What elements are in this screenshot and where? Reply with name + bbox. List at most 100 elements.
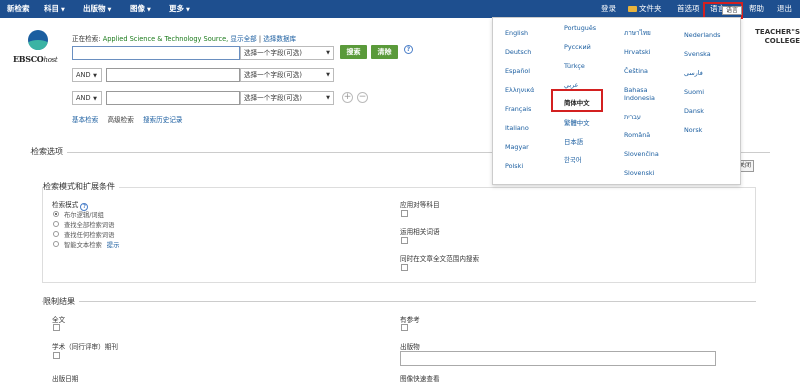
lang-polski[interactable]: Polski (505, 162, 523, 170)
nav-more-label: 更多 (169, 4, 184, 13)
institution-line-2: COLLEGE (764, 37, 800, 45)
boolean-operator-select-3[interactable]: AND ▼ (72, 91, 102, 105)
full-text-label: 全文 (52, 316, 66, 324)
field-select-1[interactable]: 选择一个字段(可选) ▼ (240, 46, 334, 60)
basic-search-link[interactable]: 基本检索 (72, 116, 98, 124)
advanced-search-link[interactable]: 高级检索 (107, 116, 133, 124)
publication-input[interactable] (400, 351, 716, 366)
nav-more[interactable]: 更多 ▼ (169, 0, 190, 18)
help-label: 帮助 (749, 4, 764, 13)
nav-new-search[interactable]: 新检索 (7, 0, 30, 18)
lang-portugues[interactable]: Português (564, 24, 596, 32)
ebscohost-logo[interactable]: EBSCOhost (13, 30, 63, 70)
preferences-link[interactable]: 首选项 (677, 0, 700, 18)
lang-japanese[interactable]: 日本語 (564, 138, 583, 146)
chevron-down-icon: ▼ (186, 7, 190, 13)
hint-link[interactable]: 提示 (107, 242, 120, 249)
mode-radio-all[interactable] (53, 221, 59, 227)
lang-farsi[interactable]: فارسی (684, 69, 703, 77)
search-input-3[interactable] (106, 91, 240, 105)
login-label: 登录 (601, 4, 616, 13)
lang-francais[interactable]: Français (505, 105, 531, 113)
lang-romana[interactable]: Română (624, 131, 650, 139)
also-fulltext-checkbox[interactable] (401, 264, 408, 271)
choose-databases-link[interactable]: 选择数据库 (263, 35, 296, 43)
mode-radio-boolean[interactable] (53, 211, 59, 217)
search-mode-label: 检索模式 ? (52, 199, 89, 211)
lang-arabic[interactable]: عربي (564, 81, 578, 89)
chevron-down-icon: ▼ (326, 72, 330, 78)
lang-italiano[interactable]: Italiano (505, 124, 529, 132)
field-select-2-label: 选择一个字段(可选) (244, 71, 302, 79)
logo-globe-icon (28, 30, 48, 50)
chevron-down-icon: ▼ (326, 95, 330, 101)
searching-label: 正在检索: (72, 35, 101, 43)
lang-norsk[interactable]: Norsk (684, 126, 702, 134)
lang-traditional-chinese[interactable]: 繁體中文 (564, 119, 590, 127)
add-row-icon[interactable]: + (342, 92, 353, 103)
exit-link[interactable]: 退出 (777, 0, 792, 18)
apply-related-checkbox[interactable] (401, 237, 408, 244)
folder-link[interactable]: 文件夹 (628, 0, 662, 18)
lang-deutsch[interactable]: Deutsch (505, 48, 531, 56)
lang-svenska[interactable]: Svenska (684, 50, 711, 58)
nav-images[interactable]: 图像 ▼ (130, 0, 151, 18)
search-button[interactable]: 搜索 (340, 45, 367, 59)
login-link[interactable]: 登录 (601, 0, 616, 18)
lang-thai[interactable]: ภาษาไทย (624, 29, 651, 37)
apply-equivalent-checkbox[interactable] (401, 210, 408, 217)
lang-greek[interactable]: Ελληνικά (505, 86, 534, 94)
lang-bahasa-indonesia[interactable]: Bahasa Indonesia (624, 86, 672, 102)
search-options-title: 检索选项 (31, 146, 67, 157)
lang-espanol[interactable]: Español (505, 67, 530, 75)
preferences-label: 首选项 (677, 4, 700, 13)
mode-radio-smarttext[interactable] (53, 241, 59, 247)
language-tooltip: 语言 (722, 6, 742, 15)
lang-russian[interactable]: Русский (564, 43, 591, 51)
lang-magyar[interactable]: Magyar (505, 143, 529, 151)
lang-slovencina[interactable]: Slovenčina (624, 150, 659, 158)
mode-radio-any[interactable] (53, 231, 59, 237)
show-all-link[interactable]: 显示全部 (230, 35, 256, 43)
search-history-link[interactable]: 搜索历史记录 (143, 116, 183, 124)
lang-dansk[interactable]: Dansk (684, 107, 704, 115)
operator-3-label: AND (76, 94, 91, 102)
has-references-checkbox[interactable] (401, 324, 408, 331)
apply-equivalent-label: 应用对等科目 (400, 201, 440, 209)
lang-hrvatski[interactable]: Hrvatski (624, 48, 650, 56)
lang-korean[interactable]: 한국어 (564, 156, 582, 164)
image-quick-view-label: 图像快速查看 (400, 375, 440, 383)
search-input-2[interactable] (106, 68, 240, 82)
nav-subjects-label: 科目 (44, 4, 59, 13)
field-select-3[interactable]: 选择一个字段(可选) ▼ (240, 91, 334, 105)
search-input-1[interactable] (72, 46, 240, 60)
lang-turkce[interactable]: Türkçe (564, 62, 585, 70)
help-icon[interactable]: ? (404, 45, 413, 54)
logo-host: host (43, 56, 58, 64)
field-select-2[interactable]: 选择一个字段(可选) ▼ (240, 68, 334, 82)
lang-cestina[interactable]: Čeština (624, 67, 648, 75)
lang-slovenski[interactable]: Slovenski (624, 169, 654, 177)
institution-name: TEACHER"S COLLEGE (742, 28, 800, 46)
mode-all-label: 查找全部检索词语 (64, 222, 115, 229)
help-link[interactable]: 帮助 (749, 0, 764, 18)
full-text-checkbox[interactable] (53, 324, 60, 331)
mode-boolean-label: 布尔逻辑/词组 (64, 212, 104, 219)
nav-publications[interactable]: 出版物 ▼ (83, 0, 111, 18)
logo-ebsco: EBSCO (13, 54, 44, 64)
search-type-links: 基本检索 高级检索 搜索历史记录 (72, 114, 190, 124)
mode-smarttext-text: 智能文本检索 (64, 242, 102, 249)
nav-subjects[interactable]: 科目 ▼ (44, 0, 65, 18)
folder-icon (628, 6, 637, 12)
remove-row-icon[interactable]: − (357, 92, 368, 103)
scholarly-checkbox[interactable] (53, 352, 60, 359)
selected-language-highlight (551, 89, 603, 112)
lang-english[interactable]: English (505, 29, 528, 37)
clear-button[interactable]: 清除 (371, 45, 398, 59)
folder-label: 文件夹 (639, 4, 662, 13)
lang-suomi[interactable]: Suomi (684, 88, 704, 96)
lang-hebrew[interactable]: עברית (624, 113, 641, 121)
nav-new-search-label: 新检索 (7, 4, 30, 13)
lang-nederlands[interactable]: Nederlands (684, 31, 720, 39)
boolean-operator-select-2[interactable]: AND ▼ (72, 68, 102, 82)
